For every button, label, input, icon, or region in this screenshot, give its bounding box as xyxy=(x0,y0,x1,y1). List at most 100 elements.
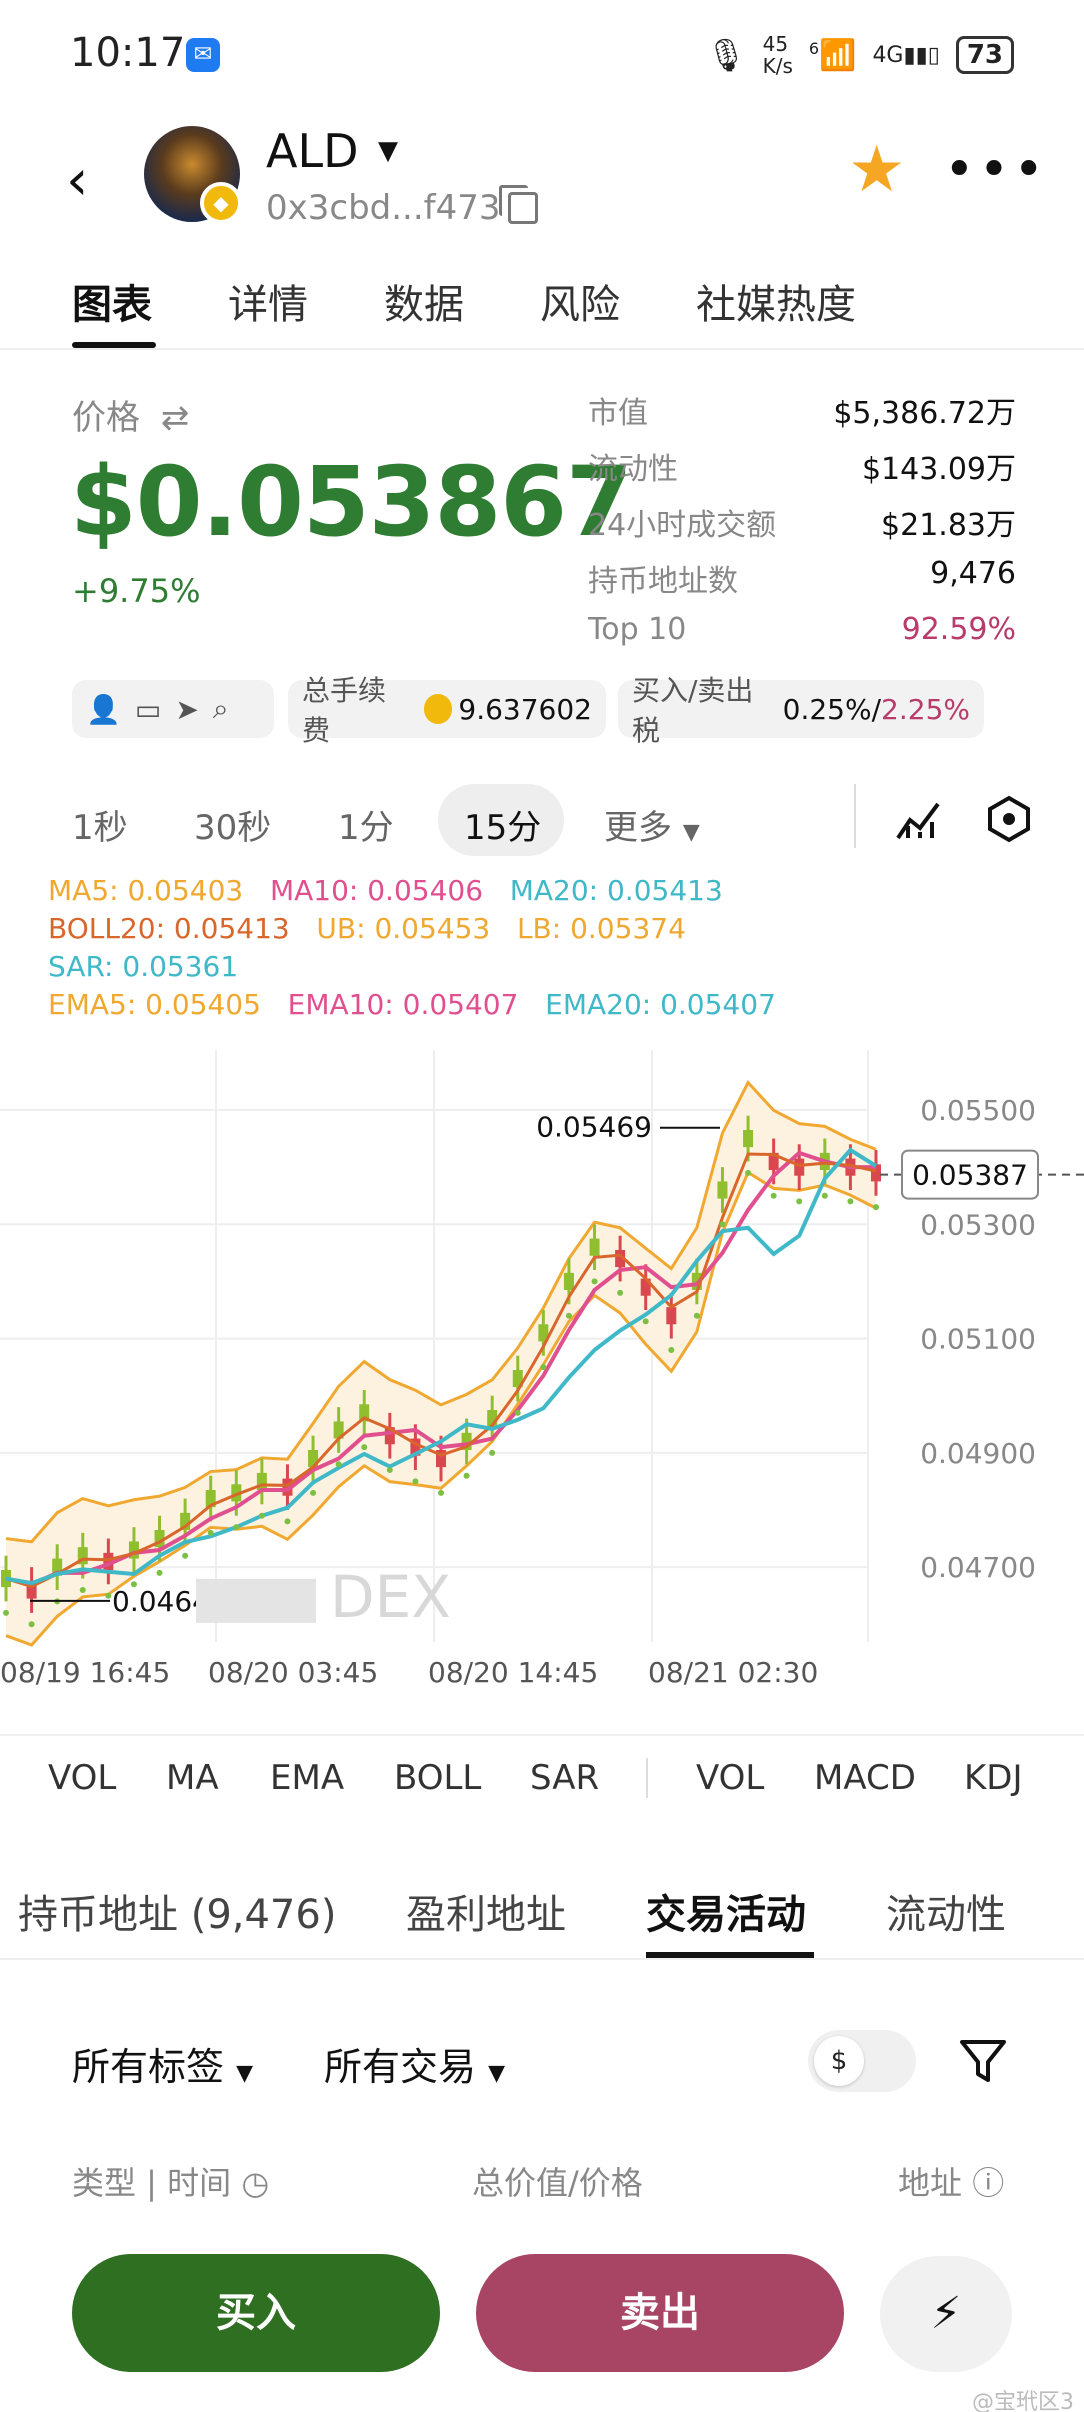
search-icon[interactable]: ⌕ xyxy=(213,692,229,726)
ind-tab-sar[interactable]: SAR xyxy=(530,1758,599,1798)
filter-funnel-icon[interactable] xyxy=(958,2036,1008,2086)
interval-more[interactable]: 更多 ▼ xyxy=(604,800,700,849)
section-tab-liquidity[interactable]: 流动性 xyxy=(886,1882,1006,1940)
interval-30s[interactable]: 30秒 xyxy=(194,800,271,849)
indicator-line-ma: MA5: 0.05403 MA10: 0.05406 MA20: 0.05413 xyxy=(48,874,723,907)
ind-tab-ma[interactable]: MA xyxy=(166,1758,219,1798)
ma20-value: MA20: 0.05413 xyxy=(509,874,723,907)
column-address: 地址 ⓘ xyxy=(898,2158,1004,2204)
fee-label: 总手续费 xyxy=(302,674,387,747)
sar-dot xyxy=(284,1518,291,1525)
current-price-label: 0.05387 xyxy=(912,1159,1028,1192)
sar-dot xyxy=(873,1204,879,1211)
interval-1m[interactable]: 1分 xyxy=(338,800,394,849)
ind-tab-sub-vol[interactable]: VOL xyxy=(696,1758,764,1798)
caret-down-icon[interactable]: ▼ xyxy=(378,136,398,166)
sar-dot xyxy=(412,1478,419,1485)
sell-button[interactable]: 卖出 xyxy=(476,2254,844,2372)
battery-icon: 73 xyxy=(955,36,1014,74)
tag-filter-dropdown[interactable]: 所有标签 ▼ xyxy=(72,2036,253,2091)
active-section-indicator xyxy=(646,1952,814,1958)
indicator-line-ema: EMA5: 0.05405 EMA10: 0.05407 EMA20: 0.05… xyxy=(48,988,776,1021)
tax-label: 买入/卖出税 xyxy=(632,674,754,747)
y-tick-label: 0.05500 xyxy=(920,1094,1036,1127)
wifi-icon: 6📶 xyxy=(808,37,857,73)
sar-dot xyxy=(847,1198,854,1205)
stat-label: 持币地址数 xyxy=(588,564,738,599)
sar-dot xyxy=(156,1569,163,1576)
info-icon[interactable]: ⓘ xyxy=(972,2164,1004,2202)
stat-value: 9,476 xyxy=(930,556,1016,591)
settings-hex-icon[interactable] xyxy=(984,794,1034,844)
buy-tax: 0.25% xyxy=(782,692,872,726)
tab-data[interactable]: 数据 xyxy=(384,272,464,330)
price-label: 价格 ⇄ xyxy=(72,390,189,439)
stat-label: Top 10 xyxy=(588,612,687,647)
y-tick-label: 0.05300 xyxy=(920,1208,1036,1241)
caret-down-icon: ▼ xyxy=(236,2061,254,2086)
section-tab-activity[interactable]: 交易活动 xyxy=(646,1882,806,1940)
section-divider xyxy=(0,1958,1084,1960)
bollinger-band-fill xyxy=(6,1082,876,1646)
stat-label: 流动性 xyxy=(588,452,678,487)
tab-details[interactable]: 详情 xyxy=(228,272,308,330)
ub-value: UB: 0.05453 xyxy=(316,912,491,945)
section-tab-holders[interactable]: 持币地址 (9,476) xyxy=(18,1882,336,1940)
y-tick-label: 0.05100 xyxy=(920,1323,1036,1356)
social-links-pill: 👤 ▭ ➤ ⌕ xyxy=(72,680,274,738)
clock-icon[interactable]: ◷ xyxy=(241,2164,269,2202)
sar-dot xyxy=(668,1347,675,1353)
sar-dot xyxy=(207,1529,214,1536)
sar-dot xyxy=(796,1198,803,1205)
token-name[interactable]: ALD xyxy=(266,124,359,178)
user-icon[interactable]: 👤 xyxy=(86,693,121,726)
candle-body xyxy=(743,1130,754,1148)
section-tab-profit[interactable]: 盈利地址 xyxy=(406,1882,566,1940)
copy-icon[interactable] xyxy=(499,185,538,224)
dex-watermark: DEX xyxy=(330,1563,451,1631)
ind-tab-macd[interactable]: MACD xyxy=(814,1758,916,1798)
interval-1s[interactable]: 1秒 xyxy=(72,800,128,849)
ind-tab-boll[interactable]: BOLL xyxy=(394,1758,481,1798)
indicator-line-sar: SAR: 0.05361 xyxy=(48,950,238,983)
sar-dot xyxy=(310,1489,317,1496)
x-tick: 08/19 16:45 xyxy=(0,1656,171,1689)
currency-toggle-knob[interactable]: $ xyxy=(814,2036,864,2086)
candle-body xyxy=(717,1181,728,1199)
telegram-icon[interactable]: ➤ xyxy=(175,693,198,726)
x-tick: 08/20 03:45 xyxy=(208,1656,379,1689)
buy-button[interactable]: 买入 xyxy=(72,2254,440,2372)
divider xyxy=(646,1758,648,1798)
ind-tab-ema[interactable]: EMA xyxy=(270,1758,344,1798)
sar-dot xyxy=(3,1609,9,1616)
quick-trade-bolt-icon[interactable]: ⚡ xyxy=(880,2256,1012,2372)
messenger-icon: ✉ xyxy=(186,38,220,72)
more-options-icon[interactable]: ••• xyxy=(944,140,1048,200)
tab-social-heat[interactable]: 社媒热度 xyxy=(696,272,856,330)
candle-body xyxy=(563,1272,574,1290)
indicator-line-boll: BOLL20: 0.05413 UB: 0.05453 LB: 0.05374 xyxy=(48,912,686,945)
total-fee-pill: 总手续费 9.637602 xyxy=(288,674,606,747)
favorite-star-icon[interactable]: ★ xyxy=(848,138,905,202)
interval-15m[interactable]: 15分 xyxy=(464,800,541,849)
ema5-value: EMA5: 0.05405 xyxy=(48,988,261,1021)
trade-filter-dropdown[interactable]: 所有交易 ▼ xyxy=(324,2036,505,2091)
caret-down-icon: ▼ xyxy=(682,820,700,845)
indicator-chart-icon[interactable] xyxy=(894,794,944,844)
tab-chart[interactable]: 图表 xyxy=(72,272,152,330)
price-chart[interactable]: 0.05500 0.05300 0.05100 0.04900 0.04700 0.054… xyxy=(0,1050,1084,1650)
swap-icon[interactable]: ⇄ xyxy=(161,398,190,438)
ind-tab-kdj[interactable]: KDJ xyxy=(964,1758,1023,1798)
website-icon[interactable]: ▭ xyxy=(135,693,161,726)
sar-dot xyxy=(463,1472,470,1479)
ma5-value: MA5: 0.05403 xyxy=(48,874,244,907)
candle-body xyxy=(794,1158,805,1176)
ind-tab-vol[interactable]: VOL xyxy=(48,1758,116,1798)
sar-dot xyxy=(693,1312,700,1319)
sar-dot xyxy=(79,1587,86,1593)
sar-dot xyxy=(489,1449,496,1456)
back-arrow-icon[interactable]: ‹ xyxy=(66,148,88,213)
tab-risk[interactable]: 风险 xyxy=(540,272,620,330)
sar-dot xyxy=(361,1444,368,1451)
tax-separator: / xyxy=(871,692,882,726)
